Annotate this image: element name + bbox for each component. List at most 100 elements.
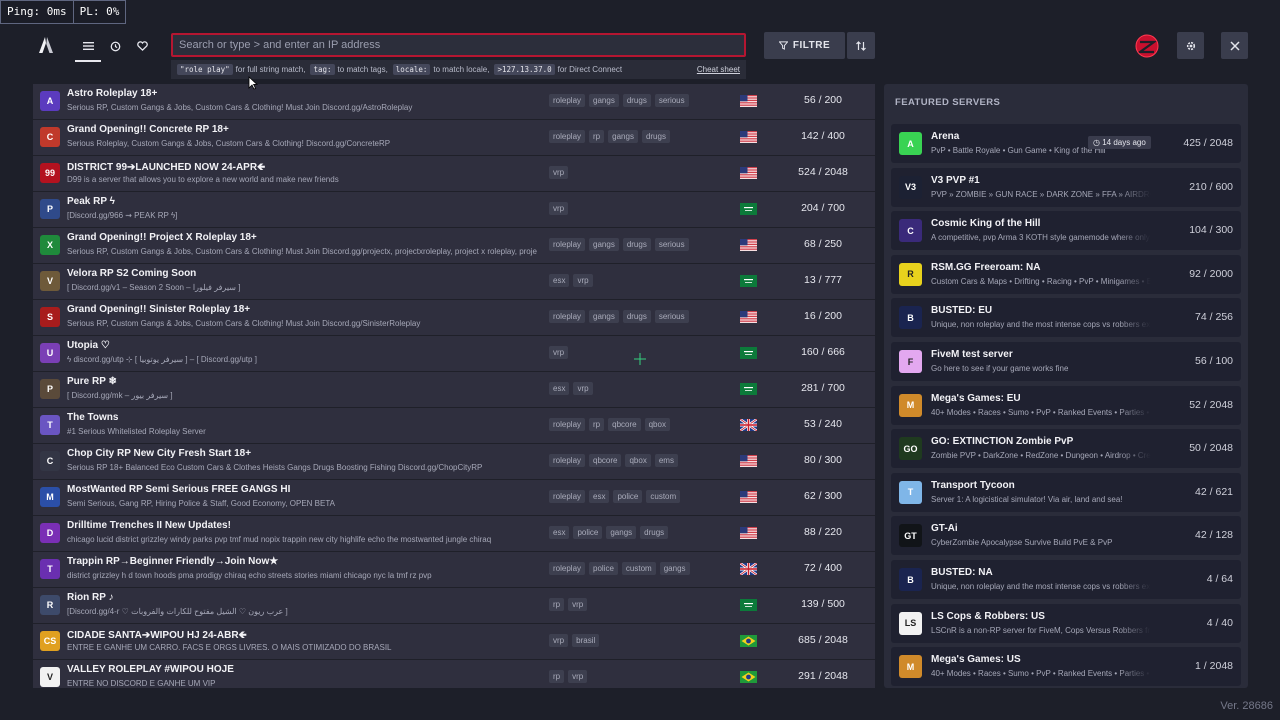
server-row[interactable]: D Drilltime Trenches II New Updates! chica… xyxy=(33,516,875,552)
server-tag[interactable]: drugs xyxy=(622,310,651,323)
server-tag[interactable]: roleplay xyxy=(549,130,586,143)
featured-server-card[interactable]: M Mega's Games: EU 40+ Modes • Races • Sum… xyxy=(891,385,1241,425)
server-tag[interactable]: rp xyxy=(549,670,565,683)
server-tag[interactable]: qbcore xyxy=(608,418,641,431)
server-tag[interactable]: gangs xyxy=(606,526,637,539)
filter-button[interactable]: FILTRE xyxy=(764,32,845,59)
server-row[interactable]: V VALLEY ROLEPLAY #WIPOU HOJE ENTRE NO DIS… xyxy=(33,660,875,688)
server-tag[interactable]: gangs xyxy=(659,562,690,575)
server-row[interactable]: C Grand Opening!! Concrete RP 18+ Serious … xyxy=(33,120,875,156)
server-row[interactable]: S Grand Opening!! Sinister Roleplay 18+ Se… xyxy=(33,300,875,336)
featured-server-card[interactable]: GO GO: EXTINCTION Zombie PvP Zombie PVP • … xyxy=(891,429,1241,469)
server-tag[interactable]: drugs xyxy=(622,94,651,107)
server-row[interactable]: P Peak RP ϟ [Discord.gg/966 ⇝ PEAK RP ϟ] vr… xyxy=(33,192,875,228)
settings-button[interactable] xyxy=(1177,32,1204,59)
server-tag[interactable]: qbox xyxy=(644,418,670,431)
featured-server-card[interactable]: LS LS Cops & Robbers: US LSCnR is a non-RP… xyxy=(891,603,1241,643)
server-row[interactable]: U Utopia ♡ ϟ discord.gg/utp ⊹ [ سيرفر يوتو… xyxy=(33,336,875,372)
featured-server-card[interactable]: F FiveM test server Go here to see if your… xyxy=(891,342,1241,381)
server-tag[interactable]: ems xyxy=(654,454,678,467)
server-tag[interactable]: rp xyxy=(589,418,605,431)
us-flag-icon xyxy=(740,491,757,503)
server-row[interactable]: T The Towns #1 Serious Whitelisted Rolepla… xyxy=(33,408,875,444)
server-row[interactable]: A Astro Roleplay 18+ Serious RP, Custom Ga… xyxy=(33,84,875,120)
server-tag[interactable]: qbox xyxy=(625,454,651,467)
player-count: 281 / 700 xyxy=(801,382,845,394)
server-tag[interactable]: roleplay xyxy=(549,562,586,575)
featured-server-card[interactable]: B BUSTED: NA Unique, non roleplay and the … xyxy=(891,560,1241,599)
server-tag[interactable]: roleplay xyxy=(549,418,586,431)
server-tag[interactable]: vrp xyxy=(549,346,569,359)
nav-servers-list[interactable] xyxy=(75,36,101,62)
featured-server-card[interactable]: M Mega's Games: US 40+ Modes • Races • Sum… xyxy=(891,647,1241,687)
featured-server-card[interactable]: R RSM.GG Freeroam: NA Custom Cars & Maps •… xyxy=(891,254,1241,294)
featured-server-icon: B xyxy=(899,306,922,330)
server-tag[interactable]: police xyxy=(573,526,603,539)
server-tag[interactable]: rp xyxy=(549,598,565,611)
server-tag[interactable]: rp xyxy=(589,130,605,143)
search-box[interactable] xyxy=(171,33,746,57)
server-tag[interactable]: qbcore xyxy=(589,454,622,467)
br-flag-icon xyxy=(740,671,757,683)
server-tag[interactable]: esx xyxy=(549,382,570,395)
server-row[interactable]: V Velora RP S2 Coming Soon [ Discord.gg/v1… xyxy=(33,264,875,300)
featured-server-card[interactable]: V3 V3 PVP #1 PVP » ZOMBIE » GUN RACE » DAR… xyxy=(891,167,1241,207)
server-name: The Towns xyxy=(67,412,119,423)
server-row[interactable]: P Pure RP ❄ [ Discord.gg/mk – سيرفر بيور ]… xyxy=(33,372,875,408)
server-tag[interactable]: serious xyxy=(654,94,689,107)
server-tag[interactable]: drugs xyxy=(640,526,669,539)
featured-server-card[interactable]: T Transport Tycoon Server 1: A logicistica… xyxy=(891,472,1241,512)
server-tag[interactable]: custom xyxy=(621,562,656,575)
nav-history[interactable] xyxy=(103,36,127,56)
player-count: 685 / 2048 xyxy=(798,634,848,646)
server-tag[interactable]: brasil xyxy=(572,634,600,647)
server-row[interactable]: 99 DISTRICT 99➔LAUNCHED NOW 24-APR🡸 D99 is… xyxy=(33,156,875,192)
server-description: Serious RP 18+ Balanced Eco Custom Cars … xyxy=(67,463,483,472)
featured-server-description: Go here to see if your game works fine xyxy=(931,364,1069,373)
nav-favorites[interactable] xyxy=(130,36,154,56)
server-tag[interactable]: vrp xyxy=(549,634,569,647)
server-tag[interactable]: roleplay xyxy=(549,94,586,107)
server-tag[interactable]: vrp xyxy=(549,202,569,215)
server-tag[interactable]: vrp xyxy=(573,274,593,287)
server-tag[interactable]: gangs xyxy=(589,310,619,323)
featured-server-card[interactable]: B BUSTED: EU Unique, non roleplay and the … xyxy=(891,298,1241,338)
server-tag[interactable]: drugs xyxy=(622,238,651,251)
server-description: [Discord.gg/966 ⇝ PEAK RP ϟ] xyxy=(67,211,178,220)
close-button[interactable] xyxy=(1221,32,1248,59)
server-tag[interactable]: vrp xyxy=(573,382,593,395)
server-tag[interactable]: vrp xyxy=(568,670,588,683)
server-row[interactable]: R Rion RP ♪ [Discord.gg/4-r ♡ عرب ريون ♡ ا… xyxy=(33,588,875,624)
server-row[interactable]: C Chop City RP New City Fresh Start 18+ Se… xyxy=(33,444,875,480)
server-tag[interactable]: serious xyxy=(654,238,689,251)
server-tag[interactable]: roleplay xyxy=(549,454,586,467)
server-tag[interactable]: vrp xyxy=(568,598,588,611)
cheat-sheet-link[interactable]: Cheat sheet xyxy=(697,65,740,74)
server-tag[interactable]: gangs xyxy=(589,238,619,251)
server-tag[interactable]: esx xyxy=(549,526,570,539)
server-tag[interactable]: roleplay xyxy=(549,238,586,251)
server-tag[interactable]: police xyxy=(589,562,618,575)
server-tag[interactable]: gangs xyxy=(608,130,638,143)
server-row[interactable]: X Grand Opening!! Project X Roleplay 18+ S… xyxy=(33,228,875,264)
server-tag[interactable]: drugs xyxy=(641,130,670,143)
server-row[interactable]: T Trappin RP→Beginner Friendly→Join Now★ d… xyxy=(33,552,875,588)
server-row[interactable]: M MostWanted RP Semi Serious FREE GANGS H… xyxy=(33,480,875,516)
server-tag[interactable]: roleplay xyxy=(549,310,586,323)
server-row[interactable]: CS CIDADE SANTA➔WIPOU HJ 24-ABR🡸 ENTRE E G… xyxy=(33,624,875,660)
server-tag[interactable]: esx xyxy=(589,490,610,503)
server-tag[interactable]: custom xyxy=(646,490,681,503)
server-tag[interactable]: esx xyxy=(549,274,570,287)
search-input[interactable] xyxy=(173,35,744,55)
server-tag[interactable]: police xyxy=(613,490,643,503)
featured-server-card[interactable]: GT GT-Ai CyberZombie Apocalypse Survive Bu… xyxy=(891,516,1241,556)
server-tag[interactable]: roleplay xyxy=(549,490,586,503)
sort-button[interactable] xyxy=(847,32,875,59)
featured-server-card[interactable]: C Cosmic King of the Hill A competitive, p… xyxy=(891,211,1241,251)
server-tags: roleplay gangs drugs serious xyxy=(549,238,689,251)
server-tag[interactable]: vrp xyxy=(549,166,569,179)
featured-server-card[interactable]: A Arena PvP • Battle Royale • Gun Game • K… xyxy=(891,124,1241,163)
server-tag[interactable]: serious xyxy=(654,310,689,323)
server-tag[interactable]: gangs xyxy=(589,94,619,107)
featured-server-name: BUSTED: EU xyxy=(931,305,993,317)
